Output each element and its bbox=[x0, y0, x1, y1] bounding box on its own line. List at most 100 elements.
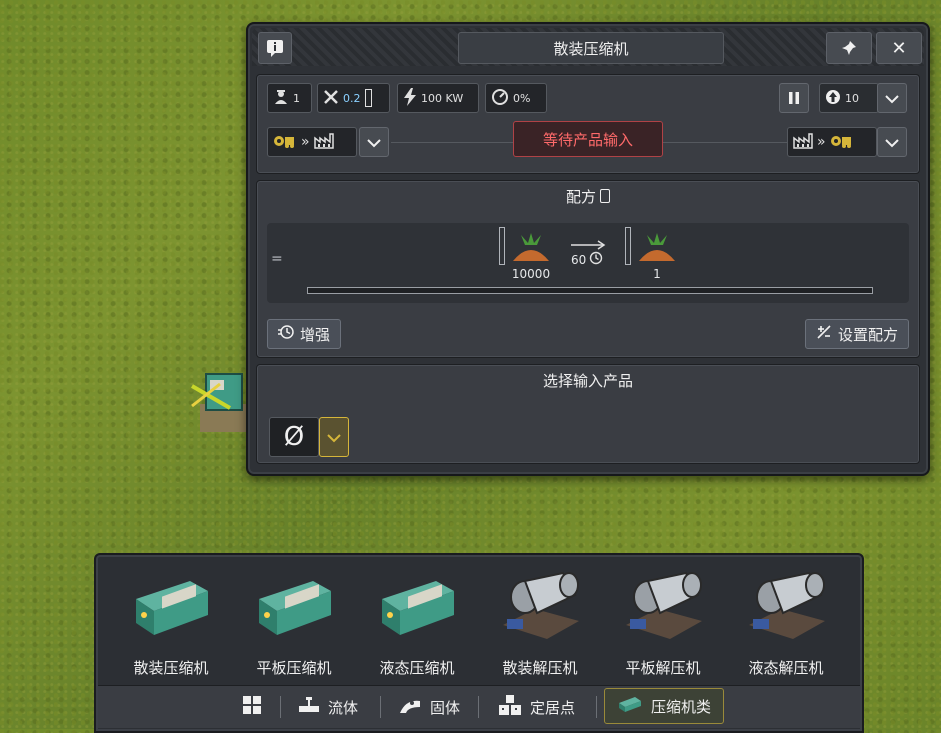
compressor-icon bbox=[374, 581, 460, 643]
worker-icon bbox=[273, 89, 289, 108]
chevron-down-icon bbox=[885, 89, 899, 108]
input-logistics-mode[interactable]: » bbox=[267, 127, 357, 157]
workers-value: 1 bbox=[293, 91, 300, 105]
category-tabbar: 流体 固体 定居点 压缩机类 bbox=[98, 685, 860, 728]
tool-label: 平板压缩机 bbox=[256, 659, 332, 677]
tab-solid[interactable]: 固体 bbox=[398, 690, 460, 724]
placed-machine[interactable] bbox=[190, 366, 248, 436]
drag-handle-icon[interactable]: = bbox=[271, 251, 283, 267]
stats-section: 1 0.2 100 KW 0% 10 » 等待产品输入 » bbox=[256, 74, 920, 174]
conveyor-icon bbox=[398, 695, 422, 719]
priority-value: 10 bbox=[845, 91, 859, 105]
input-logistics-dropdown[interactable] bbox=[359, 127, 389, 157]
tool-label: 散装压缩机 bbox=[133, 659, 209, 677]
compressor-icon bbox=[251, 581, 337, 643]
decompressor-icon bbox=[620, 571, 706, 649]
chevron-down-icon bbox=[367, 133, 381, 152]
chevron-down-icon bbox=[885, 133, 899, 152]
utilization-stat: 0% bbox=[485, 83, 547, 113]
chevron-down-icon bbox=[327, 428, 341, 447]
output-buffer-bar bbox=[625, 227, 631, 265]
tab-settlement[interactable]: 定居点 bbox=[498, 690, 575, 724]
decompressor-icon bbox=[743, 571, 829, 649]
info-badge-icon bbox=[600, 189, 610, 203]
recipe-title-label: 配方 bbox=[565, 187, 596, 206]
input-product-title: 选择输入产品 bbox=[542, 371, 633, 390]
tool-label: 液态压缩机 bbox=[379, 659, 455, 677]
recipe-title: 配方 bbox=[257, 181, 919, 211]
maintenance-value: 0.2 bbox=[343, 91, 361, 105]
duration-value: 60 bbox=[571, 252, 587, 267]
dirt-product-icon[interactable] bbox=[511, 231, 551, 267]
tab-all[interactable] bbox=[242, 690, 262, 724]
tab-fluid[interactable]: 流体 bbox=[298, 690, 358, 724]
info-icon[interactable] bbox=[258, 32, 292, 64]
set-recipe-button[interactable]: 设置配方 bbox=[804, 319, 909, 349]
maintenance-stat: 0.2 bbox=[317, 83, 390, 113]
duration-display: 60 bbox=[571, 251, 603, 268]
panel-titlebar: 散装压缩机 ✕ bbox=[252, 28, 924, 66]
tool-label: 平板解压机 bbox=[625, 659, 701, 677]
maintenance-bar bbox=[364, 89, 372, 107]
tool-liquid-decompressor[interactable]: 液态解压机 bbox=[731, 569, 841, 679]
dirt-product-icon[interactable] bbox=[637, 231, 677, 267]
decompressor-icon bbox=[497, 571, 583, 649]
status-badge: 等待产品输入 bbox=[513, 121, 663, 157]
tab-divider bbox=[596, 696, 597, 718]
boost-icon bbox=[278, 324, 294, 344]
boost-label: 增强 bbox=[300, 325, 331, 344]
compressor-icon bbox=[128, 581, 214, 643]
arrow-icon: » bbox=[301, 134, 310, 150]
input-product-select[interactable]: Ø bbox=[269, 417, 319, 457]
pin-icon[interactable] bbox=[826, 32, 872, 64]
input-product-section: 选择输入产品 Ø bbox=[256, 364, 920, 464]
close-icon[interactable]: ✕ bbox=[876, 32, 922, 64]
power-stat: 100 KW bbox=[397, 83, 479, 113]
truck-out-icon bbox=[830, 133, 854, 152]
grid-icon bbox=[242, 695, 262, 719]
machine-inspector-panel: 散装压缩机 ✕ 1 0.2 100 KW 0% 10 » 等待产品输入 » 配方… bbox=[246, 22, 930, 476]
tab-label: 固体 bbox=[430, 698, 461, 717]
tool-bulk-decompressor[interactable]: 散装解压机 bbox=[485, 569, 595, 679]
factory-icon bbox=[793, 132, 813, 152]
tab-compression[interactable]: 压缩机类 bbox=[604, 688, 725, 724]
wrench-icon bbox=[323, 89, 339, 108]
tool-liquid-compressor[interactable]: 液态压缩机 bbox=[362, 569, 472, 679]
output-quantity: 1 bbox=[653, 267, 661, 281]
factory-icon bbox=[313, 132, 334, 152]
tool-bulk-compressor[interactable]: 散装压缩机 bbox=[116, 569, 226, 679]
power-value: 100 KW bbox=[421, 91, 464, 105]
boost-button[interactable]: 增强 bbox=[267, 319, 342, 349]
truck-in-icon bbox=[273, 133, 297, 152]
tab-label: 定居点 bbox=[530, 698, 576, 717]
set-recipe-label: 设置配方 bbox=[837, 325, 898, 344]
recipe-progress-bar bbox=[307, 287, 873, 294]
lightning-icon bbox=[403, 87, 417, 109]
edit-recipe-icon bbox=[816, 324, 832, 344]
output-logistics-dropdown[interactable] bbox=[877, 127, 907, 157]
tool-label: 液态解压机 bbox=[748, 659, 824, 677]
pipe-icon bbox=[298, 695, 320, 719]
priority-dropdown-button[interactable] bbox=[877, 83, 907, 113]
tool-flat-compressor[interactable]: 平板压缩机 bbox=[239, 569, 349, 679]
priority-up-icon bbox=[825, 89, 841, 108]
recipe-display: = 10000 60 1 bbox=[267, 223, 909, 303]
tool-flat-decompressor[interactable]: 平板解压机 bbox=[608, 569, 718, 679]
input-product-dropdown[interactable] bbox=[319, 417, 349, 457]
arrow-icon: » bbox=[817, 134, 826, 150]
utilization-value: 0% bbox=[513, 91, 531, 105]
compressor-icon bbox=[617, 695, 643, 717]
priority-control[interactable]: 10 bbox=[819, 83, 879, 113]
output-logistics-mode[interactable]: » bbox=[787, 127, 877, 157]
input-quantity: 10000 bbox=[511, 267, 551, 281]
gauge-icon bbox=[491, 88, 509, 109]
recipe-section: 配方 = 10000 60 1 增强 设置配方 bbox=[256, 180, 920, 358]
input-buffer-bar bbox=[499, 227, 505, 265]
settlement-icon bbox=[498, 694, 522, 720]
tool-label: 散装解压机 bbox=[502, 659, 578, 677]
tab-label: 压缩机类 bbox=[651, 697, 712, 716]
clock-icon bbox=[589, 251, 603, 268]
workers-stat: 1 bbox=[267, 83, 312, 113]
build-toolbar: 散装压缩机 平板压缩机 液态压缩机 散装解压机 平板解压机 液态解压机 流体 固… bbox=[94, 553, 864, 733]
pause-button[interactable] bbox=[779, 83, 809, 113]
